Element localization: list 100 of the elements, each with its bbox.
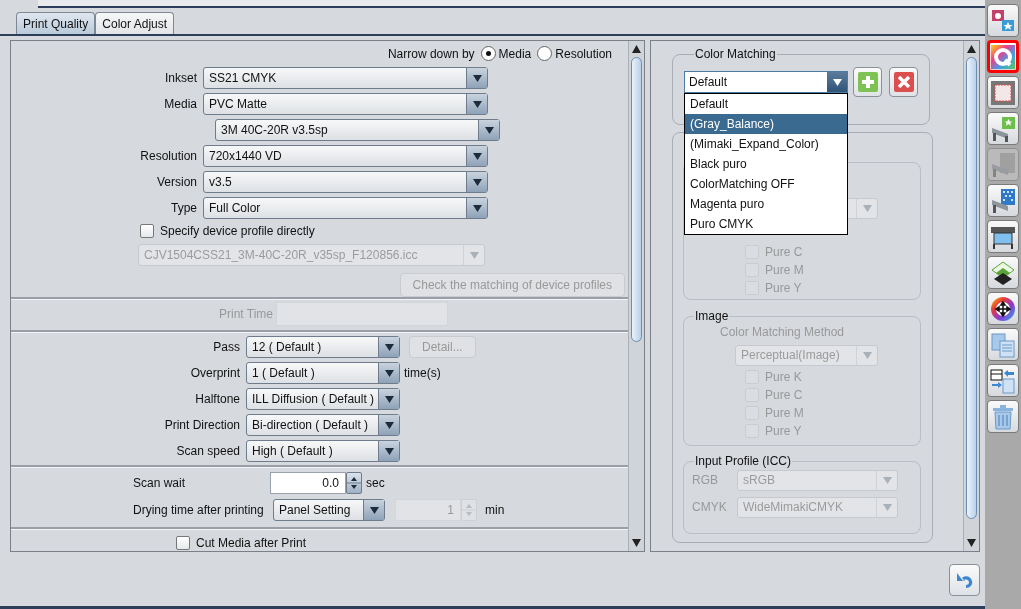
dropdown-arrow-icon	[469, 251, 479, 259]
checkbox-label: Pure Y	[765, 424, 802, 438]
radio-button[interactable]	[537, 46, 553, 62]
checkbox-label: Pure M	[765, 263, 804, 277]
checkbox[interactable]	[140, 224, 154, 239]
radio-label: Resolution	[555, 46, 612, 61]
layers-icon	[990, 259, 1016, 286]
field-label: Overprint	[189, 366, 241, 380]
unit-label: sec	[366, 476, 385, 490]
field-label: RGB	[692, 473, 719, 487]
drying-time-label: Drying time after printing	[133, 503, 265, 517]
field-label: Scan speed	[175, 444, 241, 458]
rainbow-q-icon	[990, 43, 1016, 70]
field-label: Version	[155, 175, 198, 190]
dropdown-arrow-icon	[369, 506, 379, 514]
dropdown[interactable]: 12 ( Default )	[246, 336, 400, 358]
dropdown-arrow-icon	[384, 447, 394, 455]
dropdown[interactable]: Panel Setting	[273, 499, 385, 521]
close-icon	[893, 72, 914, 92]
scrollbar[interactable]	[628, 41, 644, 551]
print-time-label: Print Time	[218, 307, 274, 321]
dropdown-arrow-icon	[472, 178, 482, 186]
dropdown-arrow-icon	[882, 476, 892, 484]
delete-button[interactable]	[889, 67, 918, 97]
unit-label: time(s)	[404, 366, 441, 380]
dropdown-arrow-icon	[862, 204, 872, 212]
toolbar-button[interactable]	[987, 256, 1019, 289]
toolbar-button[interactable]	[987, 112, 1019, 145]
field-label: Resolution	[139, 149, 198, 164]
checkbox-label: Pure C	[765, 388, 803, 402]
checkbox-label: Cut Media after Print	[196, 536, 307, 550]
dropdown[interactable]: v3.5	[203, 171, 488, 194]
checkbox-label: Pure K	[765, 370, 802, 384]
unit-label: min	[485, 503, 505, 517]
scroll-up-arrow-icon[interactable]	[967, 45, 976, 53]
dropdown-arrow-icon	[472, 204, 482, 212]
field-label: CMYK	[692, 500, 728, 514]
dropdown[interactable]: 3M 40C-20R v3.5sp	[215, 119, 500, 142]
color-matching-dropdown[interactable]: Default	[684, 71, 848, 93]
method-label: Color Matching Method	[719, 325, 845, 339]
dropdown[interactable]: High ( Default )	[246, 440, 400, 462]
scan-wait-field[interactable]: 0.0	[270, 472, 346, 494]
dropdown[interactable]: PVC Matte	[203, 93, 488, 116]
group-title: Color Matching	[694, 47, 777, 61]
save-transfer-icon	[990, 367, 1016, 394]
documents-icon	[990, 331, 1016, 358]
tab[interactable]: Color Adjust	[95, 12, 175, 34]
field-label: Print Direction	[163, 418, 241, 432]
dropdown-arrow-icon	[384, 369, 394, 377]
add-button[interactable]	[853, 67, 882, 97]
trash-icon	[990, 403, 1016, 430]
dropdown-arrow-icon	[384, 395, 394, 403]
dropdown-arrow-icon	[472, 74, 482, 82]
dropdown-option[interactable]: (Gray_Balance)	[685, 114, 847, 134]
scroll-down-arrow-icon[interactable]	[632, 539, 641, 547]
scan-wait-label: Scan wait	[133, 476, 187, 490]
dropdown-arrow-icon	[384, 421, 394, 429]
dropdown[interactable]: Full Color	[203, 197, 488, 220]
field-label: Inkset	[164, 71, 198, 86]
checkbox[interactable]	[176, 536, 190, 550]
group-title: Input Profile (ICC)	[694, 454, 793, 468]
undo-button[interactable]	[949, 564, 980, 596]
dropdown-arrow-icon	[882, 503, 892, 511]
scrollbar[interactable]	[963, 41, 979, 551]
toolbar-button[interactable]	[987, 220, 1019, 253]
dropdown[interactable]: 1 ( Default )	[246, 362, 400, 384]
plus-icon	[857, 72, 878, 92]
dropdown-arrow-icon	[472, 152, 482, 160]
checkbox-label: Pure C	[765, 245, 803, 259]
spinner-arrows-icon[interactable]	[346, 472, 362, 494]
scroll-up-arrow-icon[interactable]	[632, 45, 641, 53]
dropdown[interactable]: SS21 CMYK	[203, 67, 488, 90]
printer-pattern-icon	[990, 187, 1016, 214]
dropdown-arrow-icon	[472, 100, 482, 108]
printer-star-icon	[990, 115, 1016, 142]
dropdown-arrow-icon	[862, 351, 872, 359]
checkbox-label: Pure Y	[765, 281, 802, 295]
dropdown[interactable]: Bi-direction ( Default )	[246, 414, 400, 436]
dropdown-arrow-icon	[832, 78, 842, 86]
dropdown-arrow-icon	[484, 126, 494, 134]
radio-label: Media	[498, 46, 532, 61]
group-title: Image	[694, 309, 730, 323]
link-shapes-icon	[990, 7, 1016, 34]
radio-button[interactable]	[480, 46, 496, 62]
tab[interactable]: Print Quality	[16, 12, 96, 34]
color-wheel-move-icon	[990, 295, 1016, 322]
printer-icon	[990, 151, 1016, 178]
field-label: Media	[163, 97, 198, 112]
toolbar-button[interactable]	[987, 292, 1019, 325]
frame-icon	[990, 79, 1016, 106]
dropdown[interactable]: ILL Diffusion ( Default )	[246, 388, 400, 410]
checkbox-label: Specify device profile directly	[160, 224, 315, 239]
dropdown[interactable]: 720x1440 VD	[203, 145, 488, 168]
checkbox-label: Pure M	[765, 406, 804, 420]
field-label: Pass	[212, 340, 241, 354]
toolbar-button[interactable]	[987, 184, 1019, 217]
narrow-down-label: Narrow down by	[387, 46, 475, 61]
field-label: Type	[170, 201, 198, 216]
dropdown-arrow-icon	[384, 343, 394, 351]
scroll-down-arrow-icon[interactable]	[967, 539, 976, 547]
